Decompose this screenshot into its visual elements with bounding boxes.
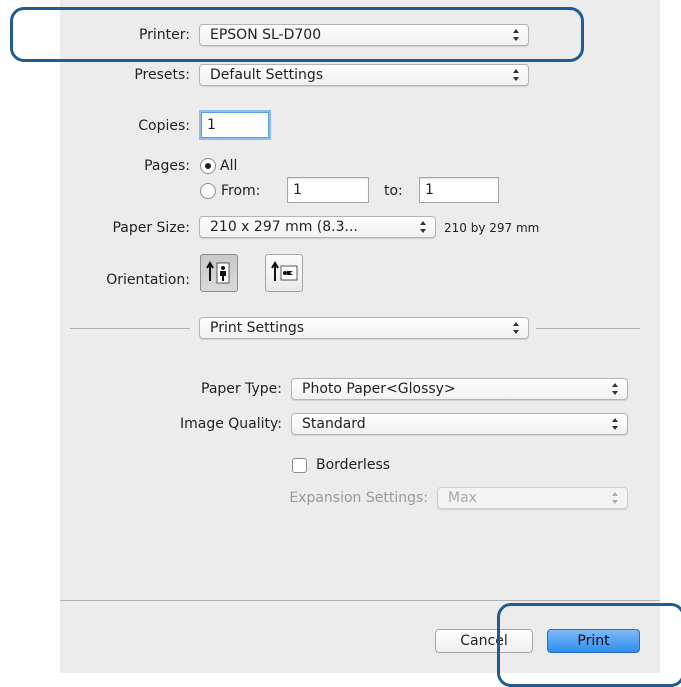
portrait-orientation-button[interactable] [200, 254, 238, 292]
section-popup[interactable]: Print Settings [199, 317, 529, 339]
paper-size-popup[interactable]: 210 x 297 mm (8.3... [199, 216, 436, 238]
up-down-arrows-icon [612, 383, 618, 395]
up-down-arrows-icon [420, 221, 426, 233]
paper-type-popup[interactable]: Photo Paper<Glossy> [291, 378, 628, 400]
separator-right [536, 328, 640, 329]
copies-field[interactable]: 1 [201, 112, 269, 138]
image-quality-value: Standard [302, 416, 366, 432]
pages-to-label: to: [384, 183, 403, 199]
expansion-settings-label: Expansion Settings: [289, 490, 428, 506]
pages-to-field[interactable]: 1 [419, 177, 499, 203]
borderless-checkbox[interactable] [292, 458, 307, 473]
section-value: Print Settings [210, 320, 305, 336]
separator-left [70, 328, 190, 329]
pages-all-radio[interactable] [200, 158, 216, 174]
paper-size-hint: 210 by 297 mm [444, 221, 540, 235]
expansion-settings-popup[interactable]: Max [437, 487, 628, 509]
image-quality-label: Image Quality: [179, 416, 282, 432]
expansion-settings-value: Max [448, 490, 477, 506]
image-quality-popup[interactable]: Standard [291, 413, 628, 435]
landscape-orientation-icon [271, 261, 298, 281]
copies-label: Copies: [138, 118, 190, 134]
pages-label: Pages: [144, 158, 190, 174]
presets-popup[interactable]: Default Settings [199, 64, 529, 86]
presets-value: Default Settings [210, 67, 324, 83]
bottom-separator [60, 600, 660, 601]
portrait-orientation-icon [206, 261, 230, 284]
up-down-arrows-icon [612, 418, 618, 430]
orientation-label: Orientation: [106, 272, 190, 288]
presets-label: Presets: [134, 67, 190, 83]
borderless-label: Borderless [316, 457, 391, 473]
up-down-arrows-icon [513, 29, 519, 41]
up-down-arrows-icon [513, 322, 519, 334]
up-down-arrows-icon [612, 492, 618, 504]
landscape-orientation-button[interactable] [265, 254, 303, 292]
paper-type-label: Paper Type: [201, 381, 282, 397]
pages-from-label: From: [221, 183, 261, 199]
pages-from-field[interactable]: 1 [287, 177, 369, 203]
pages-from-radio[interactable] [200, 183, 216, 199]
pages-all-label: All [220, 158, 238, 174]
paper-type-value: Photo Paper<Glossy> [302, 381, 456, 397]
printer-value: EPSON SL-D700 [210, 27, 322, 43]
up-down-arrows-icon [513, 69, 519, 81]
cancel-button[interactable]: Cancel [435, 629, 533, 653]
paper-size-label: Paper Size: [112, 220, 190, 236]
paper-size-value: 210 x 297 mm (8.3... [210, 219, 358, 235]
printer-label: Printer: [138, 27, 190, 43]
print-button[interactable]: Print [547, 629, 640, 653]
printer-popup[interactable]: EPSON SL-D700 [199, 24, 529, 46]
